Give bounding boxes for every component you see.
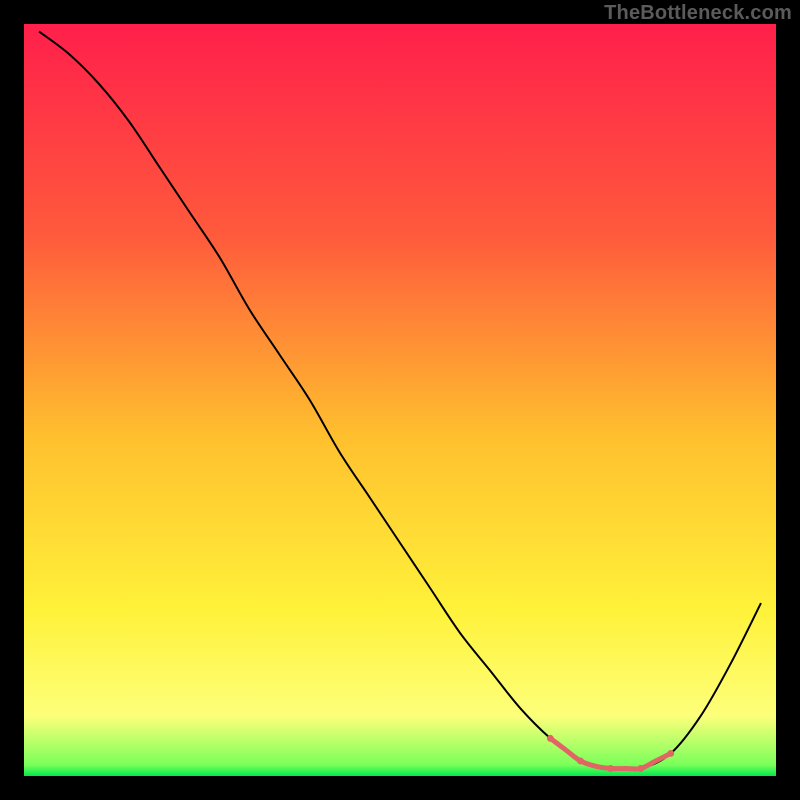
marker-dot <box>667 750 674 757</box>
bottleneck-curve-plot <box>24 24 776 776</box>
marker-dot <box>607 765 614 772</box>
marker-dot <box>577 757 584 764</box>
plot-background <box>24 24 776 776</box>
chart-frame <box>22 22 778 778</box>
marker-dot <box>637 765 644 772</box>
marker-dot <box>547 735 554 742</box>
watermark-text: TheBottleneck.com <box>604 2 792 25</box>
